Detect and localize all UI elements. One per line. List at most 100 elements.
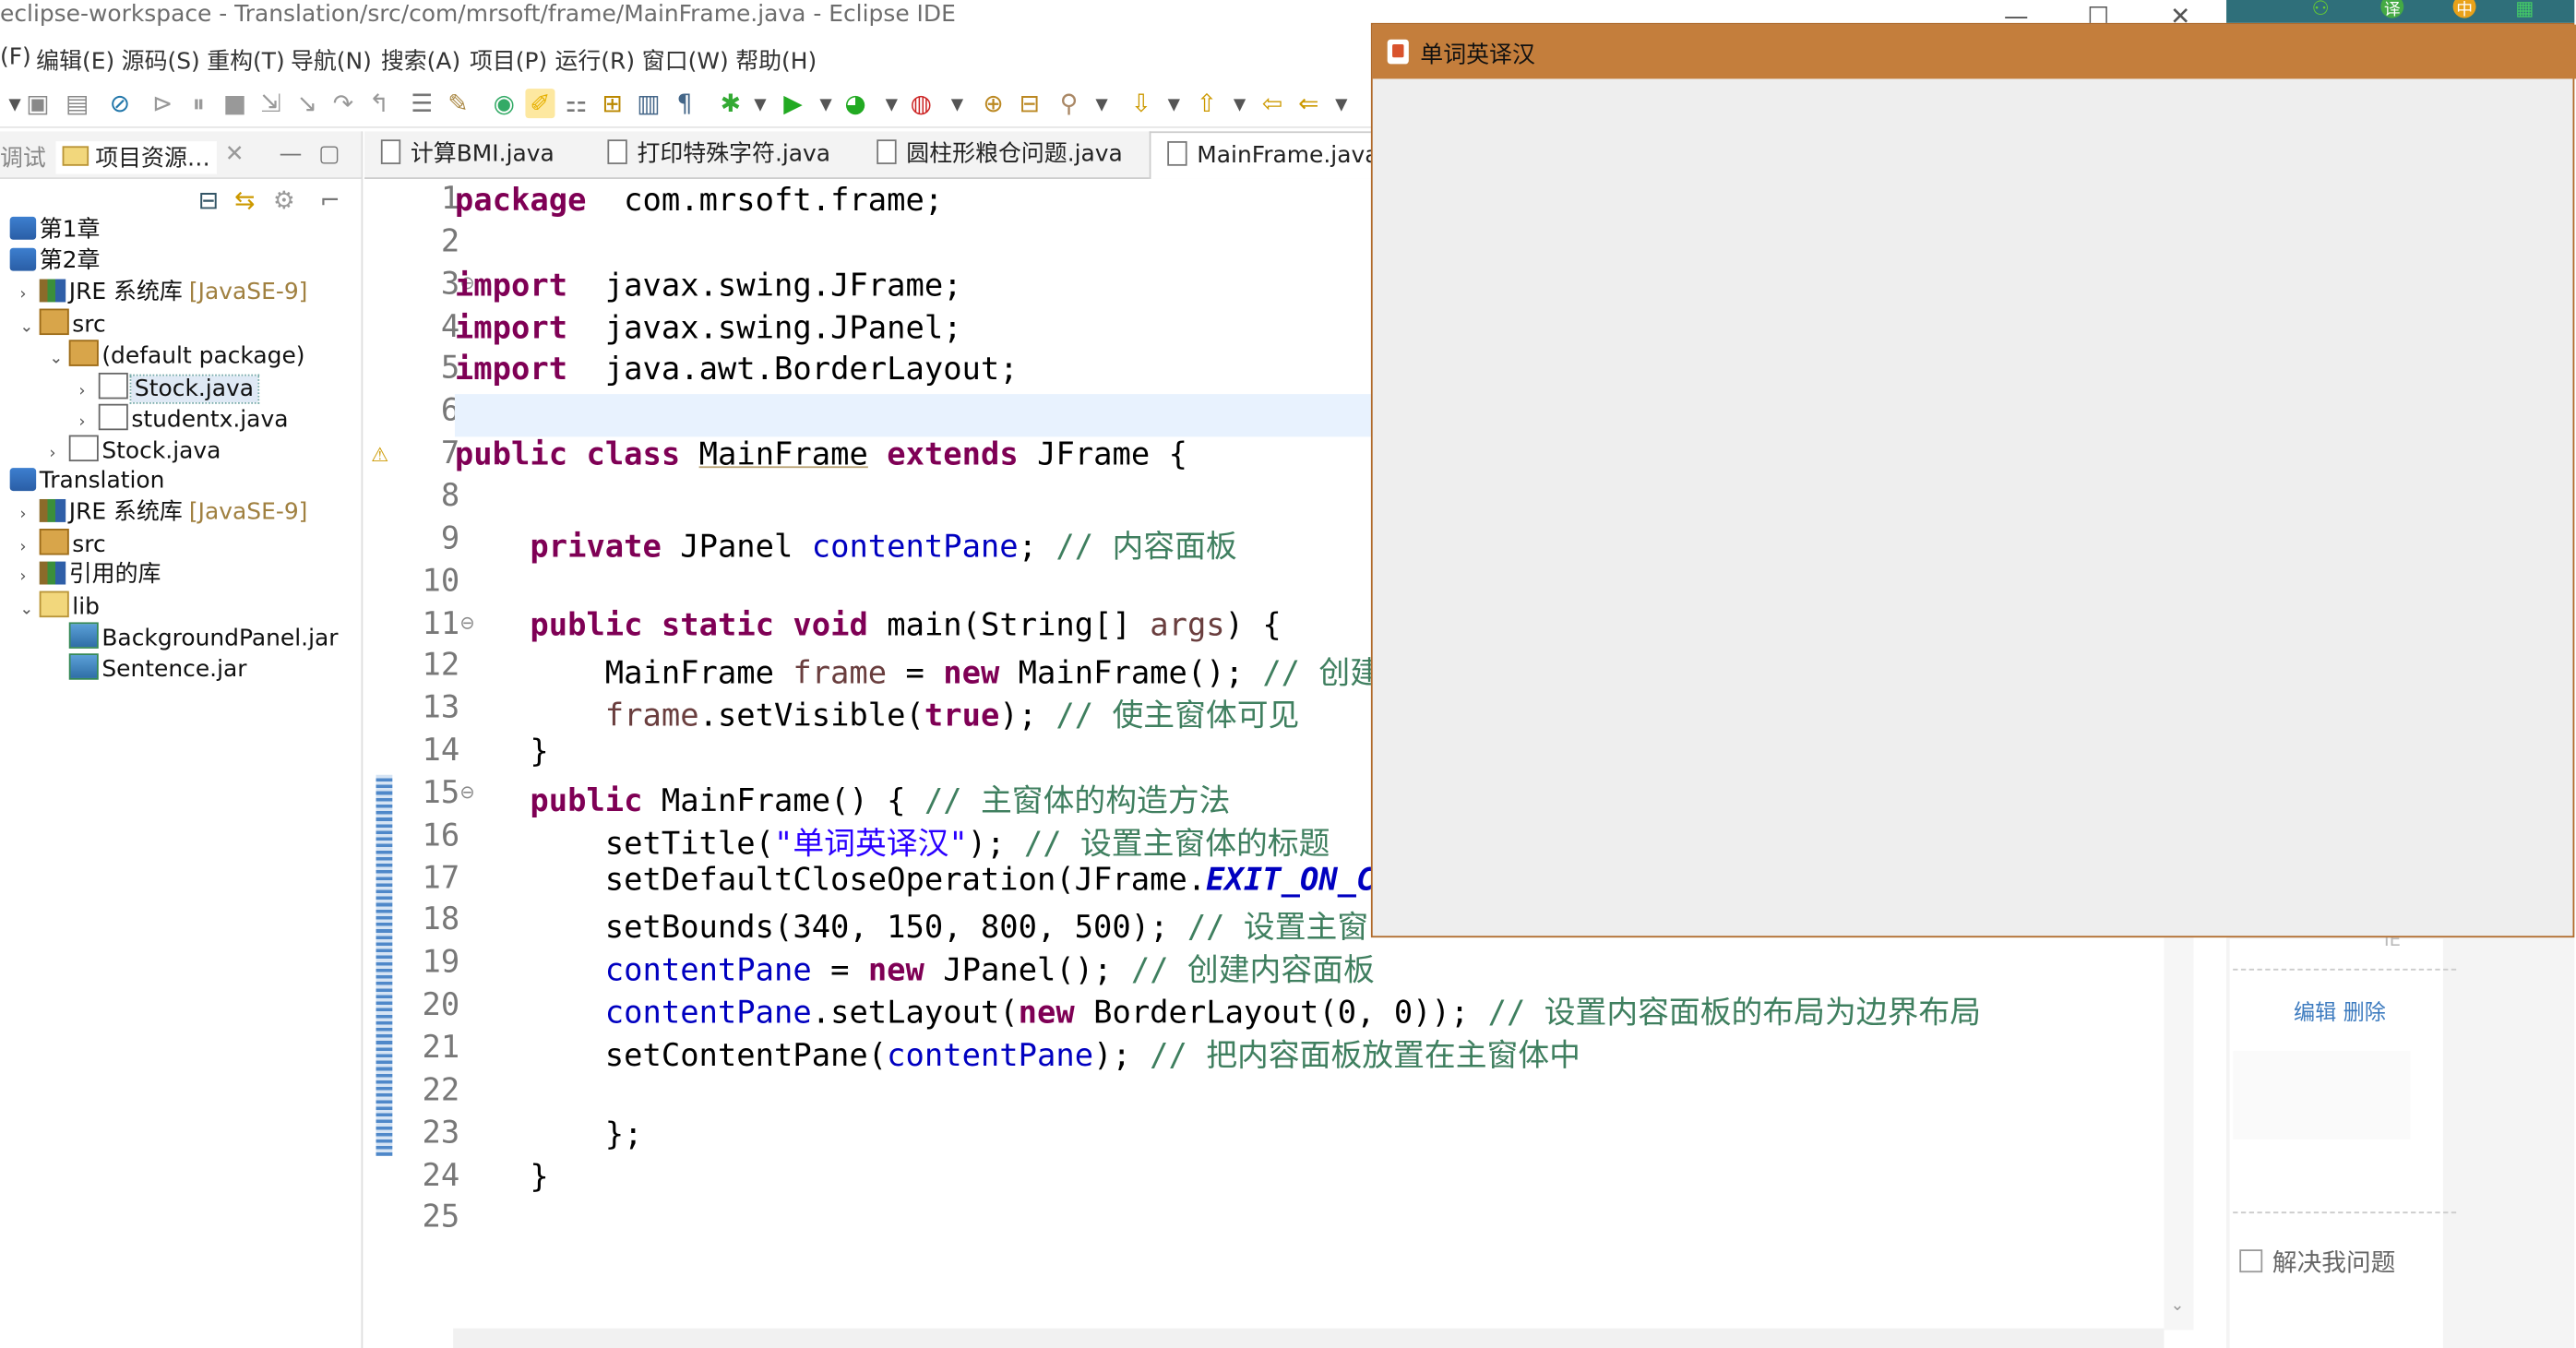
step-return-icon[interactable]: ↰ (364, 89, 394, 118)
console-icon[interactable]: ☰ (407, 89, 436, 118)
filters-icon[interactable]: ⚙ (269, 185, 299, 215)
dropdown-arrow-icon[interactable]: ▾ (942, 89, 972, 118)
tree-item[interactable]: › src (19, 529, 106, 560)
scroll-down-icon[interactable]: ⌄ (2171, 1297, 2185, 1316)
mark-occurrences-icon[interactable]: ✐ (525, 89, 555, 119)
solve-checkbox-row[interactable]: 解决我问题 (2239, 1245, 2395, 1279)
code-line[interactable]: public class MainFrame extends JFrame { (455, 437, 1187, 473)
terminate-icon[interactable]: ■ (220, 89, 249, 118)
code-line[interactable]: }; (455, 1116, 643, 1152)
tab-project-explorer[interactable]: 项目资源… (55, 141, 217, 174)
dropdown-arrow-icon[interactable]: ▾ (1225, 89, 1255, 118)
expand-chevron-icon[interactable]: ⌄ (19, 313, 39, 344)
suspend-icon[interactable]: ⏸ (184, 89, 213, 118)
expand-chevron-icon[interactable]: › (19, 562, 39, 593)
close-tab-icon[interactable]: ✕ (225, 141, 244, 167)
code-line[interactable]: MainFrame frame = new MainFrame(); // 创建 (455, 650, 1381, 694)
save-all-icon[interactable]: ▤ (63, 89, 92, 118)
link-with-editor-icon[interactable]: ⇆ (230, 185, 259, 215)
code-line[interactable]: package com.mrsoft.frame; (455, 183, 943, 219)
last-edit-icon[interactable]: ⇦ (1258, 89, 1287, 118)
java-app-window[interactable]: 单词英译汉 (1370, 22, 2576, 938)
tree-item[interactable]: ⌄ src (19, 309, 106, 340)
apps-icon[interactable]: ▦ (2515, 0, 2534, 19)
tree-item[interactable]: 第1章 (0, 215, 100, 246)
run-icon[interactable]: ▶ (779, 89, 808, 118)
tab-special-chars[interactable]: 打印特殊字符.java (591, 131, 830, 177)
save-icon[interactable]: ▣ (23, 89, 53, 118)
expand-chevron-icon[interactable]: ⌄ (49, 344, 68, 376)
open-folder-icon[interactable]: ⊟ (1015, 89, 1044, 118)
tree-item[interactable]: › JRE 系统库 [JavaSE-9] (19, 497, 307, 529)
tree-item[interactable]: ⌄ lib (19, 590, 100, 626)
warning-marker-icon[interactable]: ⚠ (371, 443, 388, 466)
plugin-icon[interactable]: ⚇ (2312, 0, 2330, 19)
open-type-icon[interactable]: ◉ (489, 89, 519, 118)
tree-item[interactable]: Translation (0, 466, 164, 497)
menu-window[interactable]: 窗口(W) (642, 44, 729, 78)
code-line[interactable]: import java.awt.BorderLayout; (455, 352, 1019, 388)
code-line[interactable]: } (455, 734, 548, 770)
horizontal-scrollbar[interactable] (453, 1328, 2165, 1348)
menu-navigate[interactable]: 导航(N) (291, 44, 372, 78)
step-into-icon[interactable]: ↘ (292, 89, 322, 118)
tab-debug[interactable]: 调试 (0, 141, 46, 174)
menu-edit[interactable]: 编辑(E) (36, 44, 114, 78)
maximize-view-icon[interactable]: ▢ (318, 141, 340, 167)
resume-icon[interactable]: ⊳ (148, 89, 177, 118)
code-line[interactable]: frame.setVisible(true); // 使主窗体可见 (455, 692, 1300, 736)
code-line[interactable]: import javax.swing.JPanel; (455, 310, 962, 346)
app-title-bar[interactable]: 单词英译汉 (1372, 24, 2576, 79)
code-line[interactable]: contentPane.setLayout(new BorderLayout(0… (455, 989, 1981, 1033)
code-line[interactable]: setContentPane(contentPane); // 把内容面板放置在… (455, 1032, 1580, 1076)
code-line[interactable]: } (455, 1159, 548, 1195)
external-tools-icon[interactable]: ◍ (906, 89, 936, 118)
expand-chevron-icon[interactable]: ⌄ (19, 595, 39, 626)
menu-source[interactable]: 源码(S) (122, 44, 200, 78)
view-menu-icon[interactable]: ⌐ (316, 185, 345, 215)
dropdown-arrow-icon[interactable]: ▾ (745, 89, 775, 118)
tree-item[interactable]: Sentence.jar (49, 653, 247, 686)
dropdown-arrow-icon[interactable]: ▾ (1159, 89, 1188, 118)
skip-breakpoints-icon[interactable]: ⊘ (105, 89, 135, 118)
dropdown-arrow-icon[interactable]: ▾ (1087, 89, 1116, 118)
menu-project[interactable]: 项目(P) (470, 44, 547, 78)
edit-delete-links[interactable]: 编辑 删除 (2294, 995, 2386, 1027)
next-annotation-icon[interactable]: ⇩ (1127, 89, 1156, 118)
dropdown-arrow-icon[interactable]: ▾ (877, 89, 906, 118)
menu-help[interactable]: 帮助(H) (735, 44, 817, 78)
code-line[interactable]: setTitle("单词英译汉"); // 设置主窗体的标题 (455, 819, 1330, 864)
menu-file[interactable]: (F) (0, 44, 31, 70)
code-line[interactable]: setBounds(340, 150, 800, 500); // 设置主窗 (455, 904, 1368, 948)
debug-icon[interactable]: ✱ (716, 89, 745, 118)
tree-item[interactable]: BackgroundPanel.jar (49, 622, 339, 654)
search-icon[interactable]: ⚲ (1054, 89, 1083, 118)
expand-chevron-icon[interactable]: › (19, 280, 39, 311)
reply-box[interactable] (2233, 1050, 2411, 1139)
menu-search[interactable]: 搜索(A) (381, 44, 460, 78)
show-whitespace-icon[interactable]: ▥ (634, 89, 663, 118)
menu-refactor[interactable]: 重构(T) (207, 44, 285, 78)
block-selection-icon[interactable]: ⚏ (562, 89, 591, 118)
expand-chevron-icon[interactable]: › (78, 407, 98, 438)
collapse-all-icon[interactable]: ⊟ (194, 185, 223, 215)
tree-item[interactable]: › JRE 系统库 [JavaSE-9] (19, 278, 307, 309)
code-line[interactable]: setDefaultCloseOperation(JFrame.EXIT_ON_… (455, 862, 1394, 898)
expand-chevron-icon[interactable]: › (49, 438, 68, 470)
expand-chevron-icon[interactable]: › (19, 532, 39, 564)
minimize-view-icon[interactable]: — (280, 141, 303, 167)
dropdown-arrow-icon[interactable]: ▾ (1327, 89, 1356, 118)
code-line[interactable]: private JPanel contentPane; // 内容面板 (455, 522, 1237, 567)
tree-item[interactable]: 第2章 (0, 246, 100, 278)
expand-chevron-icon[interactable]: › (19, 499, 39, 531)
tree-item[interactable]: › Stock.java (49, 435, 221, 466)
translate-icon[interactable]: 译 (2380, 0, 2404, 19)
disconnect-icon[interactable]: ⇲ (256, 89, 286, 118)
new-package-icon[interactable]: ⊕ (979, 89, 1008, 118)
tree-item[interactable]: ⌄ (default package) (49, 340, 305, 372)
step-over-icon[interactable]: ↷ (328, 89, 358, 118)
code-line[interactable]: public static void main(String[] args) { (455, 607, 1282, 643)
coverage-icon[interactable]: ◕ (841, 89, 870, 118)
tree-item[interactable]: › studentx.java (78, 403, 288, 435)
back-icon[interactable]: ⇐ (1294, 89, 1323, 118)
